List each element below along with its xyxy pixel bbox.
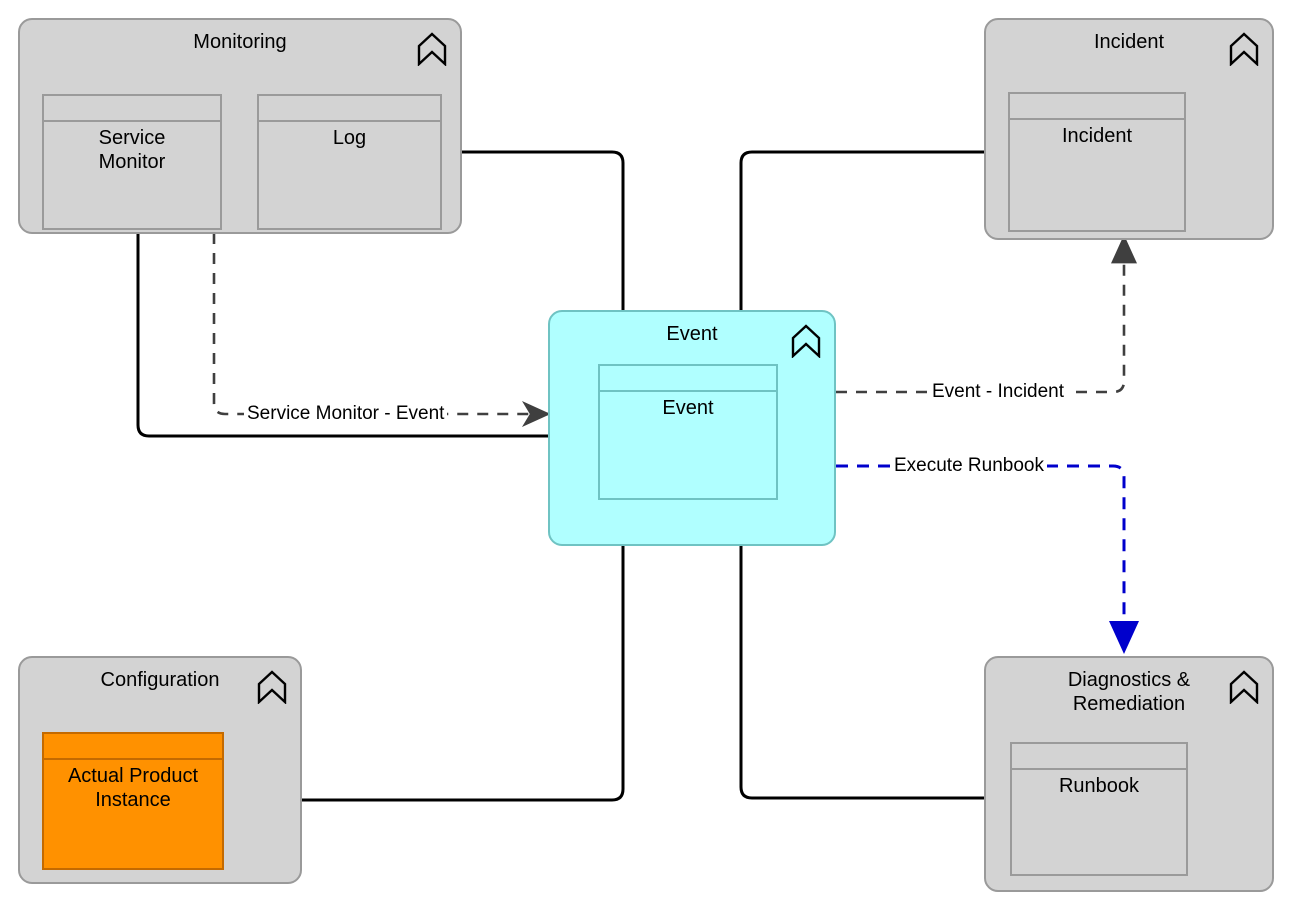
element-runbook-label: Runbook <box>1058 775 1140 797</box>
element-event-header <box>600 366 776 392</box>
element-actual-product-instance[interactable]: Actual Product Instance <box>42 732 224 870</box>
element-runbook[interactable]: Runbook <box>1010 742 1188 876</box>
group-configuration[interactable]: Configuration Actual Product Instance <box>18 656 302 884</box>
element-actual-product-instance-label: Actual Product Instance <box>67 765 199 812</box>
wire-execute-runbook <box>836 464 1139 654</box>
element-actual-product-instance-header <box>44 734 222 760</box>
element-incident[interactable]: Incident <box>1008 92 1186 232</box>
diagram-canvas: Monitoring Service Monitor Log Incident … <box>0 0 1294 910</box>
element-incident-label: Incident <box>1061 125 1133 147</box>
edge-label-service-monitor-event: Service Monitor - Event <box>244 403 448 424</box>
grouping-icon <box>417 32 447 66</box>
grouping-icon <box>1229 32 1259 66</box>
edge-label-event-incident: Event - Incident <box>929 381 1068 402</box>
element-service-monitor[interactable]: Service Monitor <box>42 94 222 230</box>
edge-label-execute-runbook: Execute Runbook <box>891 455 1047 476</box>
element-log-label: Log <box>332 127 367 149</box>
wire-service-monitor-event <box>212 233 551 427</box>
group-monitoring-title: Monitoring <box>193 31 287 53</box>
element-incident-header <box>1010 94 1184 120</box>
group-incident[interactable]: Incident Incident <box>984 18 1274 240</box>
element-log-header <box>259 96 440 122</box>
element-event-label: Event <box>662 397 714 419</box>
group-diagnostics-remediation[interactable]: Diagnostics & Remediation Runbook <box>984 656 1274 892</box>
group-monitoring[interactable]: Monitoring Service Monitor Log <box>18 18 462 234</box>
element-service-monitor-label: Service Monitor <box>98 127 166 174</box>
grouping-icon <box>1229 670 1259 704</box>
grouping-icon <box>257 670 287 704</box>
element-event[interactable]: Event <box>598 364 778 500</box>
element-service-monitor-header <box>44 96 220 122</box>
element-log[interactable]: Log <box>257 94 442 230</box>
group-event[interactable]: Event Event <box>548 310 836 546</box>
grouping-icon <box>791 324 821 358</box>
element-runbook-header <box>1012 744 1186 770</box>
wire-event-incident <box>836 234 1137 394</box>
